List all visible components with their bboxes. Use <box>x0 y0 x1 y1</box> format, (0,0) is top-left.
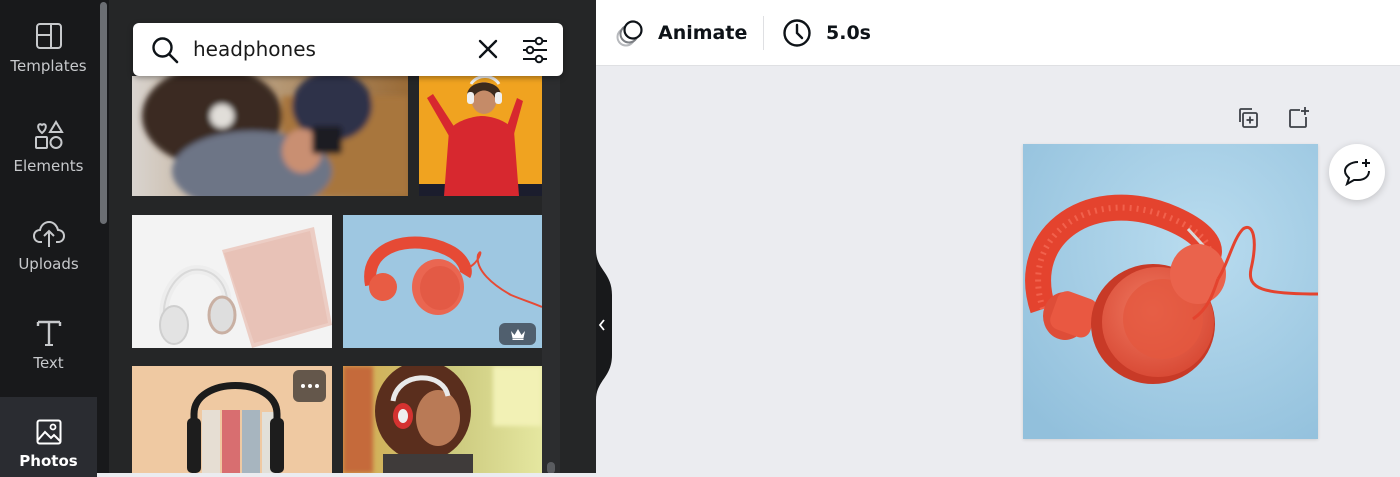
search-icon <box>152 37 179 64</box>
duration-button[interactable]: 5.0s <box>782 13 871 53</box>
crown-icon <box>510 329 525 340</box>
photo-red-headphones-blue[interactable] <box>343 215 542 348</box>
templates-icon <box>35 22 62 49</box>
text-icon <box>36 320 61 346</box>
sidebar-item-photos[interactable]: Photos <box>0 397 97 477</box>
animate-label: Animate <box>658 22 748 44</box>
uploads-icon <box>32 220 65 247</box>
sidebar-item-elements[interactable]: Elements <box>0 99 97 195</box>
search-bar <box>133 23 563 76</box>
design-page[interactable] <box>1023 144 1318 439</box>
pro-badge <box>499 323 536 345</box>
side-panel-nav: Templates Elements Uploads Text Photos <box>0 0 97 477</box>
animate-button[interactable]: Animate <box>614 13 747 53</box>
duplicate-page-icon <box>1239 108 1258 128</box>
photo-headphones-books[interactable] <box>132 366 332 473</box>
sidebar-item-text[interactable]: Text <box>0 297 97 393</box>
clock-icon <box>783 19 811 47</box>
elements-icon <box>34 119 64 149</box>
sidebar-item-uploads[interactable]: Uploads <box>0 198 97 294</box>
toolbar-divider <box>763 16 764 50</box>
results-scrollbar[interactable] <box>542 76 560 473</box>
animate-icon <box>616 20 643 47</box>
results-scroll-thumb[interactable] <box>547 462 555 473</box>
editor-toolbar: Animate 5.0s <box>596 0 1400 66</box>
add-page-icon <box>1289 107 1309 128</box>
sidebar-item-label: Elements <box>13 156 84 175</box>
photo-woman-red-sweater-headphones[interactable] <box>419 76 542 196</box>
duration-label: 5.0s <box>826 22 871 44</box>
duplicate-page-button[interactable] <box>1232 102 1264 134</box>
more-options-button[interactable] <box>293 370 326 402</box>
photos-icon <box>36 419 61 444</box>
photo-woman-phone-headphones[interactable] <box>132 76 408 196</box>
collapse-panel-button[interactable] <box>596 250 612 400</box>
sidebar-scroll-thumb[interactable] <box>100 2 107 224</box>
more-icon <box>300 384 319 388</box>
photos-panel <box>109 0 596 473</box>
photo-white-headphones-laptop[interactable] <box>132 215 332 348</box>
sidebar-item-label: Templates <box>10 56 87 75</box>
red-headphones-image[interactable] <box>1023 144 1318 439</box>
sidebar-item-label: Uploads <box>18 254 79 273</box>
filter-icon[interactable] <box>521 36 549 64</box>
sidebar-item-label: Text <box>33 353 64 372</box>
add-comment-icon <box>1343 159 1370 186</box>
clear-icon[interactable] <box>477 38 499 60</box>
photo-woman-curly-hair-headphones[interactable] <box>343 366 542 473</box>
search-input[interactable] <box>193 33 463 65</box>
sidebar-item-templates[interactable]: Templates <box>0 0 97 96</box>
add-comment-button[interactable] <box>1329 144 1385 200</box>
add-page-button[interactable] <box>1282 102 1314 134</box>
sidebar-item-label: Photos <box>19 451 78 470</box>
